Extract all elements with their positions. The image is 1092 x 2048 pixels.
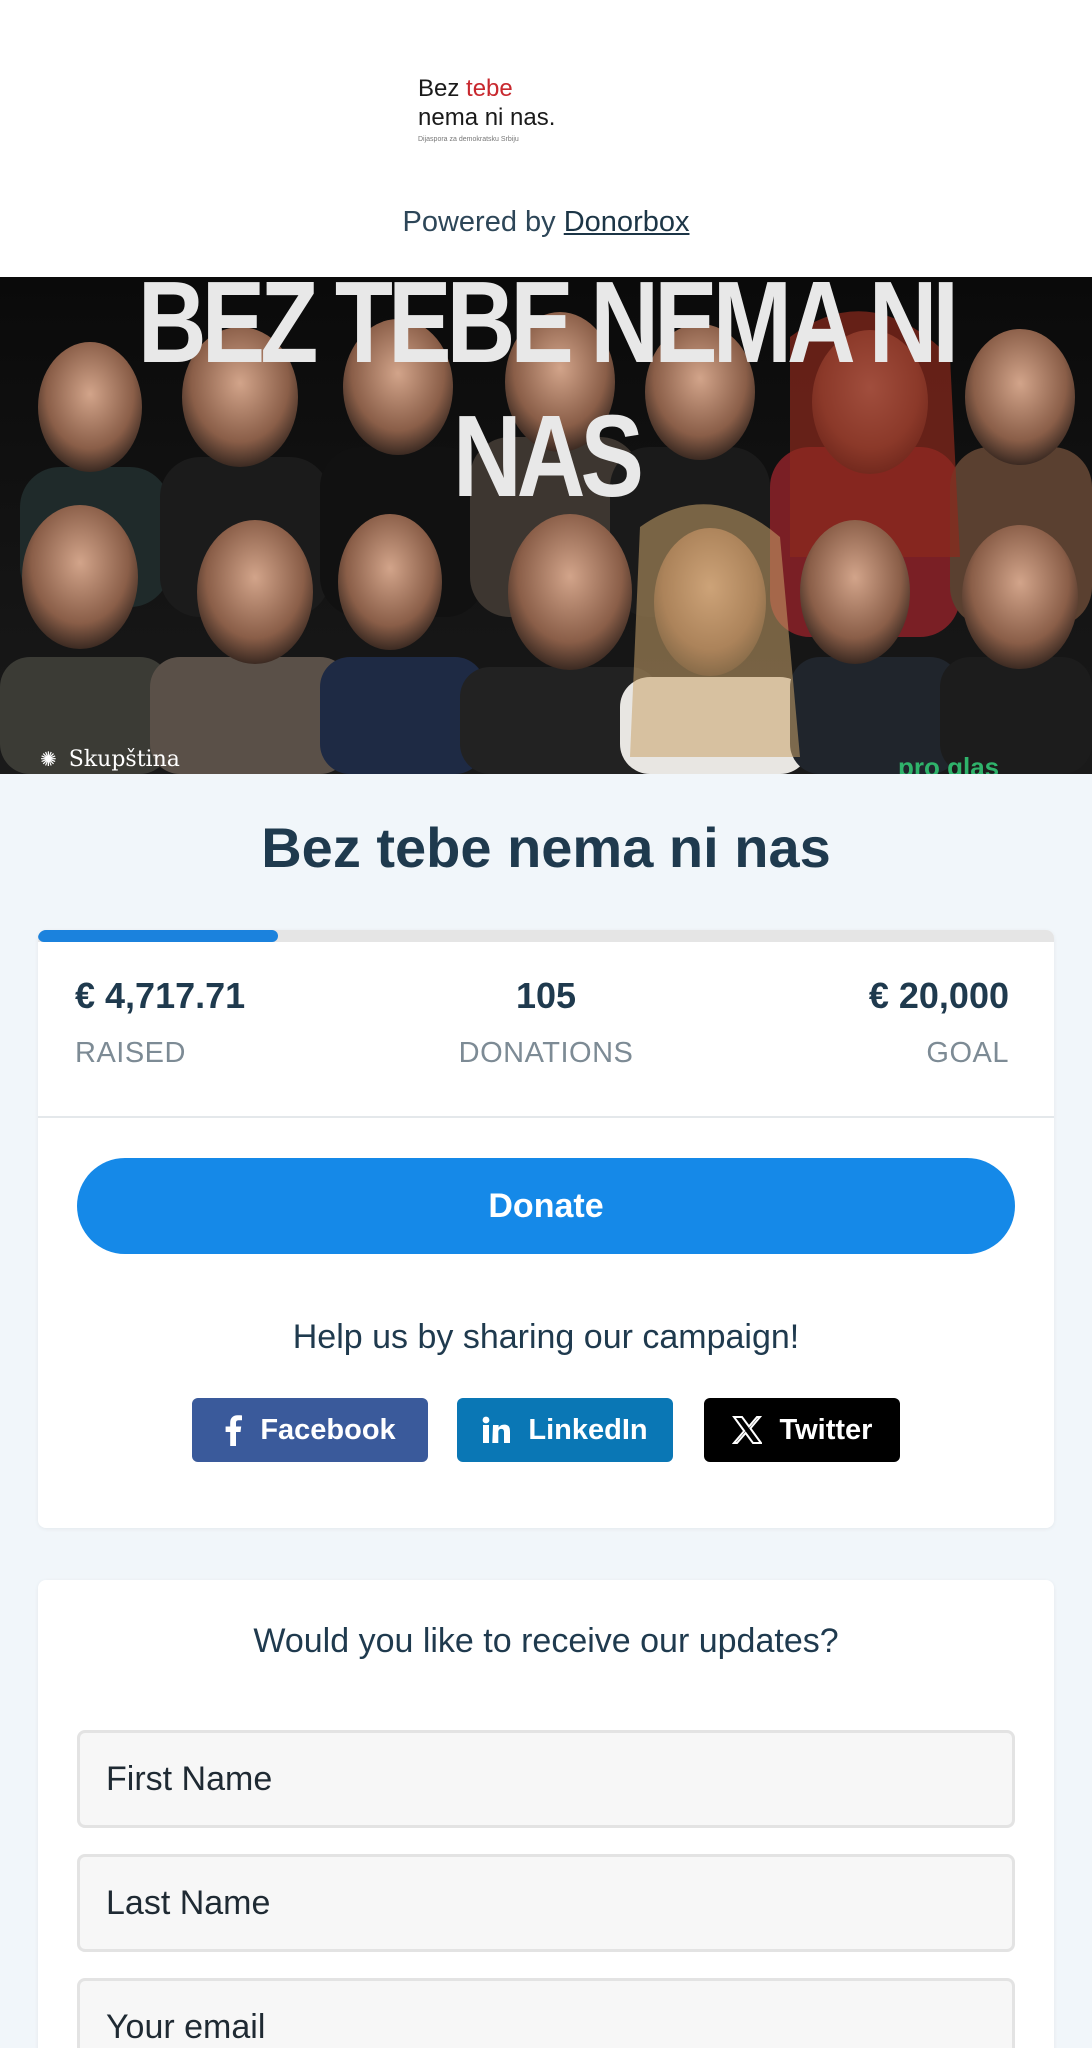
powered-by: Powered by Donorbox	[0, 206, 1092, 239]
logo-word-tebe: tebe	[466, 75, 513, 102]
twitter-label: Twitter	[779, 1413, 873, 1446]
updates-signup-card: Would you like to receive our updates?	[38, 1580, 1054, 2048]
progress-bar-fill	[38, 930, 278, 942]
donation-summary-card: € 4,717.71 RAISED 105 DONATIONS € 20,000…	[38, 930, 1054, 1528]
email-input[interactable]	[77, 1978, 1015, 2048]
updates-prompt: Would you like to receive our updates?	[253, 1622, 839, 1660]
linkedin-label: LinkedIn	[528, 1413, 648, 1446]
donorbox-link[interactable]: Donorbox	[564, 206, 690, 238]
pro-glas-badge: pro glas	[898, 752, 1000, 774]
facebook-icon	[224, 1414, 243, 1446]
hero-banner: BEZ TEBE NEMA NI NAS ✺ Skupština pro glas	[0, 277, 1092, 774]
skupstina-label: Skupština	[68, 747, 180, 772]
skupstina-logo-icon: ✺	[40, 747, 59, 771]
powered-by-prefix: Powered by	[402, 206, 556, 238]
share-linkedin-button[interactable]: LinkedIn	[457, 1398, 673, 1462]
share-twitter-button[interactable]: Twitter	[704, 1398, 900, 1462]
goal-label: GOAL	[926, 1037, 1009, 1069]
share-prompt: Help us by sharing our campaign!	[292, 1318, 800, 1356]
goal-value: € 20,000	[868, 975, 1009, 1016]
campaign-title: Bez tebe nema ni nas	[261, 816, 831, 879]
facebook-label: Facebook	[260, 1413, 396, 1446]
first-name-input[interactable]	[77, 1730, 1015, 1828]
stat-goal: € 20,000 GOAL	[869, 975, 1009, 1070]
campaign-logo: Bez tebe nema ni nas. Dijaspora za demok…	[418, 74, 598, 154]
hero-banner-title: BEZ TEBE NEMA NI NAS	[137, 277, 959, 521]
header: Bez tebe nema ni nas. Dijaspora za demok…	[0, 0, 1092, 277]
x-twitter-icon	[731, 1415, 762, 1445]
last-name-input[interactable]	[77, 1854, 1015, 1952]
share-facebook-button[interactable]: Facebook	[192, 1398, 428, 1462]
progress-bar	[38, 930, 1054, 942]
skupstina-badge: ✺ Skupština	[40, 747, 180, 772]
divider	[38, 1116, 1054, 1118]
logo-line2: nema ni nas.	[418, 104, 556, 131]
logo-tagline: Dijaspora za demokratsku Srbiju	[418, 136, 519, 143]
donate-button[interactable]: Donate	[77, 1158, 1015, 1254]
logo-word-bez: Bez	[418, 75, 460, 102]
linkedin-icon	[482, 1416, 511, 1444]
